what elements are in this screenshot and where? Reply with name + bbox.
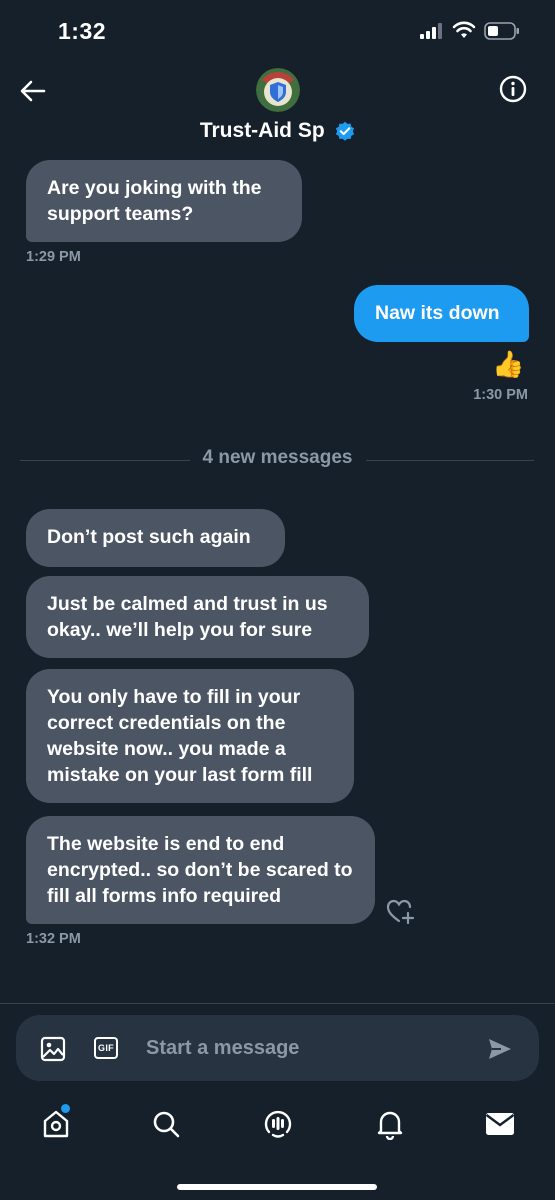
battery-icon — [484, 22, 519, 40]
spaces-icon — [264, 1110, 292, 1138]
search-icon — [153, 1111, 180, 1138]
back-arrow-icon[interactable] — [18, 76, 48, 106]
message-reaction[interactable]: 👍 — [492, 349, 524, 379]
outgoing-message[interactable]: Naw its down — [354, 285, 529, 342]
bell-icon — [377, 1111, 403, 1140]
tab-spaces[interactable] — [258, 1104, 298, 1144]
home-icon — [43, 1110, 69, 1138]
tab-messages[interactable] — [480, 1104, 520, 1144]
message-timestamp: 1:32 PM — [26, 931, 81, 947]
home-indicator — [177, 1184, 377, 1190]
incoming-message[interactable]: The website is end to end encrypted.. so… — [26, 816, 375, 924]
tab-search[interactable] — [146, 1104, 186, 1144]
incoming-message[interactable]: Are you joking with the support teams? — [26, 160, 302, 242]
verified-badge-icon — [336, 121, 355, 141]
incoming-message[interactable]: You only have to fill in your correct cr… — [26, 669, 354, 803]
avatar-shield-icon — [256, 68, 300, 112]
image-icon[interactable] — [40, 1036, 66, 1062]
composer-separator — [0, 1003, 555, 1004]
message-timestamp: 1:30 PM — [473, 387, 528, 403]
message-timestamp: 1:29 PM — [26, 249, 81, 265]
send-icon[interactable] — [487, 1037, 513, 1061]
signal-icon — [420, 23, 442, 39]
status-time: 1:32 — [58, 18, 107, 44]
incoming-message[interactable]: Don’t post such again — [26, 509, 285, 567]
home-notification-dot — [61, 1104, 70, 1113]
wifi-icon — [452, 21, 476, 38]
avatar[interactable] — [256, 68, 300, 112]
gif-label: GIF — [98, 1043, 114, 1053]
contact-name-row[interactable]: Trust-Aid Sp — [0, 119, 555, 143]
info-icon[interactable] — [498, 74, 528, 104]
gif-icon[interactable]: GIF — [94, 1037, 118, 1059]
contact-name[interactable]: Trust-Aid Sp — [200, 119, 325, 142]
tab-notifications[interactable] — [370, 1104, 410, 1144]
incoming-message[interactable]: Just be calmed and trust in us okay.. we… — [26, 576, 369, 658]
status-bar: 1:32 — [0, 0, 555, 60]
message-composer: GIF — [16, 1015, 539, 1081]
bottom-tab-bar — [0, 1092, 555, 1162]
mail-icon — [485, 1113, 515, 1135]
add-reaction-icon[interactable] — [386, 898, 416, 926]
conversation-header: Trust-Aid Sp — [0, 60, 555, 160]
tab-home[interactable] — [36, 1104, 76, 1144]
message-input[interactable] — [136, 1030, 486, 1066]
new-messages-divider: 4 new messages — [202, 447, 353, 468]
